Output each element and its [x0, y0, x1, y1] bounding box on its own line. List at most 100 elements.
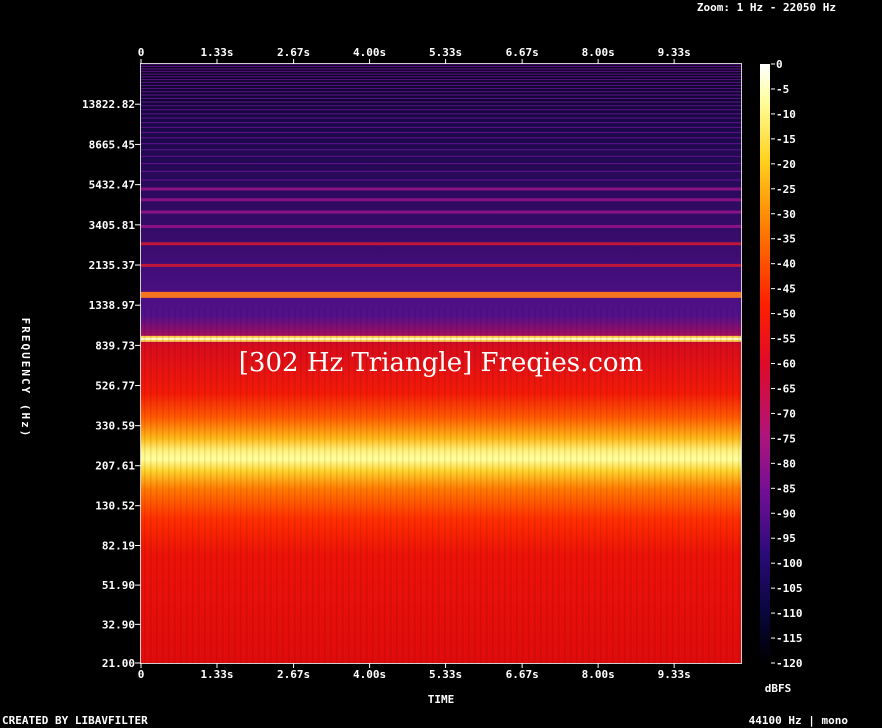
watermark: [302 Hz Triangle] Freqies.com: [239, 348, 643, 378]
frame-stripe: [216, 307, 218, 663]
frame-stripe: [192, 307, 194, 663]
frame-stripe: [726, 307, 728, 663]
colorbar-ticks: 0 -5 -10 -15 -20 -25 -30 -35 -40 -45 -50 -55 -60 -65 -…: [771, 58, 803, 670]
y-tick-label: 130.52: [95, 500, 135, 513]
x-tick-label-bottom: 0: [138, 668, 145, 681]
colorbar-tick-label: -105: [776, 582, 803, 595]
harmonic-band: [141, 224, 741, 228]
frame-stripe: [174, 307, 176, 663]
x-axis-label: TIME: [428, 693, 455, 706]
colorbar-tick-label: -55: [776, 333, 796, 346]
faint-harmonic-line: [141, 84, 741, 87]
faint-harmonic-line: [141, 68, 741, 70]
faint-harmonic-line: [141, 109, 741, 111]
y-tick-label: 2135.37: [89, 259, 135, 272]
colorbar-tick-label: -45: [776, 283, 796, 296]
y-tick-label: 32.90: [102, 618, 135, 631]
y-tick-label: 8665.45: [89, 138, 135, 151]
faint-harmonic-line: [141, 76, 741, 78]
colorbar-tick-label: -120: [776, 657, 803, 670]
x-tick-label-top: 5.33s: [429, 46, 462, 59]
colorbar-tick-label: -70: [776, 407, 796, 420]
colorbar-tick-label: -20: [776, 158, 796, 171]
harmonic-band: [141, 263, 741, 267]
y-tick-label: 330.59: [95, 420, 135, 433]
x-ticks-top: 0 1.33s 2.67s 4.00s 5.33s 6.67s 8.00s 9.33s: [138, 46, 691, 64]
x-tick-label-bottom: 9.33s: [658, 668, 691, 681]
x-tick-label-bottom: 8.00s: [582, 668, 615, 681]
x-tick-label-top: 6.67s: [506, 46, 539, 59]
faint-harmonic-line: [141, 87, 741, 90]
colorbar-tick-label: -40: [776, 258, 796, 271]
colorbar-tick-label: -35: [776, 233, 796, 246]
x-tick-label-bottom: 4.00s: [353, 668, 386, 681]
frame-stripe: [180, 307, 182, 663]
faint-harmonic-line: [141, 122, 741, 124]
frame-stripe: [690, 307, 692, 663]
frame-stripe: [150, 307, 152, 663]
faint-harmonic-line: [141, 73, 741, 75]
colorbar-tick-label: -85: [776, 482, 796, 495]
frame-stripe: [672, 307, 674, 663]
faint-harmonic-line: [141, 155, 741, 157]
x-tick-label-bottom: 2.67s: [277, 668, 310, 681]
faint-harmonic-line: [141, 131, 741, 134]
x-tick-label-bottom: 6.67s: [506, 668, 539, 681]
colorbar-tick-label: -75: [776, 432, 796, 445]
colorbar-tick-label: 0: [776, 58, 783, 71]
colorbar-tick-label: -100: [776, 557, 803, 570]
faint-harmonic-line: [141, 94, 741, 96]
x-tick-label-top: 8.00s: [582, 46, 615, 59]
y-ticks: 13822.82 8665.45 5432.47 3405.81 2135.37 1338…: [82, 98, 141, 670]
x-tick-label-bottom: 1.33s: [200, 668, 233, 681]
x-tick-label-top: 9.33s: [658, 46, 691, 59]
colorbar-tick-label: -95: [776, 532, 796, 545]
x-tick-label-bottom: 5.33s: [429, 668, 462, 681]
y-tick-label: 1338.97: [89, 299, 135, 312]
x-tick-label-top: 1.33s: [200, 46, 233, 59]
y-tick-label: 526.77: [95, 380, 135, 393]
y-tick-label: 82.19: [102, 540, 135, 553]
frame-stripe: [684, 307, 686, 663]
y-tick-label: 5432.47: [89, 179, 135, 192]
frame-stripe: [234, 307, 236, 663]
faint-harmonic-line: [141, 117, 741, 119]
frame-stripe: [696, 307, 698, 663]
faint-harmonic-line: [141, 137, 741, 139]
x-tick-label-top: 2.67s: [277, 46, 310, 59]
faint-harmonic-line: [141, 162, 741, 165]
frame-stripe: [228, 307, 230, 663]
faint-harmonic-line: [141, 143, 741, 145]
frame-stripe: [204, 307, 206, 663]
colorbar-tick-label: -90: [776, 507, 796, 520]
frame-stripe: [654, 307, 656, 663]
y-tick-label: 207.61: [95, 460, 135, 473]
faint-harmonic-line: [141, 179, 741, 181]
zoom-label: Zoom: 1 Hz - 22050 Hz: [697, 1, 836, 14]
harmonic-band: [141, 210, 741, 214]
frame-stripe: [714, 307, 716, 663]
frame-stripe: [162, 307, 164, 663]
frame-stripe: [648, 307, 650, 663]
colorbar-tick-label: -5: [776, 83, 789, 96]
frame-stripe: [678, 307, 680, 663]
frame-stripe: [198, 307, 200, 663]
harmonic-band: [141, 291, 741, 298]
colorbar-tick-label: -10: [776, 108, 796, 121]
frame-stripe: [720, 307, 722, 663]
faint-harmonic-line: [141, 126, 741, 129]
colorbar-tick-label: -30: [776, 208, 796, 221]
frame-stripe: [210, 307, 212, 663]
colorbar-tick-label: -110: [776, 607, 803, 620]
frame-stripe: [660, 307, 662, 663]
credit-label: CREATED BY LIBAVFILTER: [2, 714, 148, 727]
frame-stripe: [222, 307, 224, 663]
frame-stripe: [156, 307, 158, 663]
frame-stripe: [702, 307, 704, 663]
y-tick-label: 21.00: [102, 657, 135, 670]
faint-harmonic-line: [141, 149, 741, 151]
frame-stripe: [666, 307, 668, 663]
frame-stripe: [732, 307, 734, 663]
y-tick-label: 13822.82: [82, 98, 135, 111]
colorbar-tick-label: -80: [776, 457, 796, 470]
